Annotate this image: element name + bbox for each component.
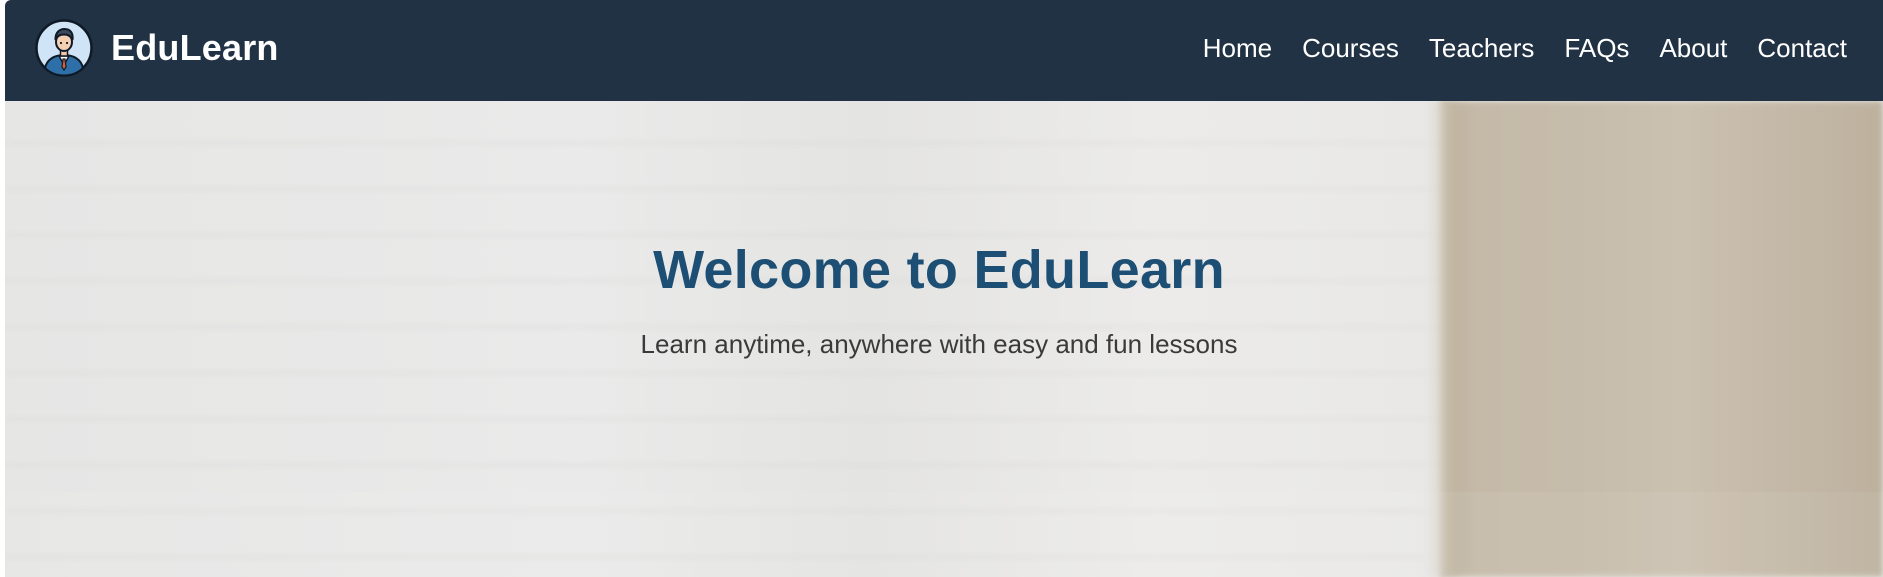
hero-section: Welcome to EduLearn Learn anytime, anywh… <box>5 101 1883 577</box>
brand-name: EduLearn <box>111 27 279 68</box>
hero-title: Welcome to EduLearn <box>653 240 1225 300</box>
navbar: EduLearn Home Courses Teachers FAQs Abou… <box>5 0 1883 101</box>
nav-faqs[interactable]: FAQs <box>1564 33 1629 64</box>
hero-content: Welcome to EduLearn Learn anytime, anywh… <box>5 101 1883 577</box>
nav-home[interactable]: Home <box>1203 33 1272 64</box>
teacher-avatar-icon <box>35 19 93 77</box>
nav-teachers[interactable]: Teachers <box>1429 33 1535 64</box>
nav-courses[interactable]: Courses <box>1302 33 1399 64</box>
main-nav: Home Courses Teachers FAQs About Contact <box>1173 0 1847 96</box>
nav-contact[interactable]: Contact <box>1757 33 1847 64</box>
page: EduLearn Home Courses Teachers FAQs Abou… <box>0 0 1883 577</box>
nav-about[interactable]: About <box>1659 33 1727 64</box>
hero-subtitle: Learn anytime, anywhere with easy and fu… <box>640 329 1238 359</box>
brand[interactable]: EduLearn <box>35 18 279 78</box>
